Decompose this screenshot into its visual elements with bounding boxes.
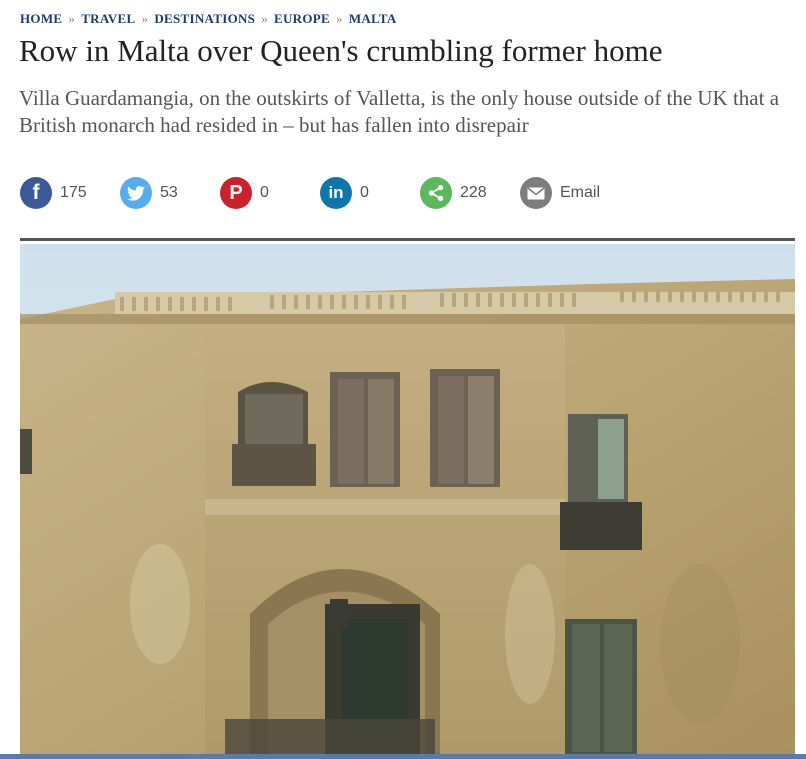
pinterest-share-count: 0 <box>260 184 269 201</box>
linkedin-icon: in <box>320 177 352 209</box>
breadcrumb-separator: » <box>141 11 149 26</box>
generic-share-count: 228 <box>460 184 487 201</box>
twitter-share-button[interactable]: 53 <box>120 176 178 210</box>
envelope-icon <box>520 177 552 209</box>
article-headline: Row in Malta over Queen's crumbling form… <box>19 33 663 68</box>
breadcrumb-separator: » <box>261 11 269 26</box>
bottom-edge-strip <box>0 754 806 759</box>
section-divider <box>20 238 795 241</box>
linkedin-share-button[interactable]: in 0 <box>320 176 369 210</box>
twitter-icon <box>120 177 152 209</box>
facebook-share-count: 175 <box>60 184 87 201</box>
villa-guardamangia-image <box>20 244 795 754</box>
pinterest-icon: P <box>220 177 252 209</box>
share-icon <box>420 177 452 209</box>
generic-share-button[interactable]: 228 <box>420 176 487 210</box>
share-bar: f 175 53 P 0 in 0 228 Email <box>20 176 795 210</box>
pinterest-share-button[interactable]: P 0 <box>220 176 269 210</box>
breadcrumb-separator: » <box>68 11 76 26</box>
article-standfirst: Villa Guardamangia, on the outskirts of … <box>19 86 780 137</box>
breadcrumb-travel[interactable]: TRAVEL <box>81 11 135 26</box>
twitter-share-count: 53 <box>160 184 178 201</box>
facebook-share-button[interactable]: f 175 <box>20 176 87 210</box>
facebook-icon: f <box>20 177 52 209</box>
email-share-button[interactable]: Email <box>520 176 600 210</box>
article-lead-photo <box>20 244 795 754</box>
breadcrumb-separator: » <box>336 11 343 26</box>
breadcrumb-home[interactable]: HOME <box>20 11 62 26</box>
linkedin-share-count: 0 <box>360 184 369 201</box>
breadcrumb-malta[interactable]: MALTA <box>349 11 397 26</box>
breadcrumb-europe[interactable]: EUROPE <box>274 11 330 26</box>
breadcrumb: HOME » TRAVEL » DESTINATIONS » EUROPE » MALTA <box>20 11 397 27</box>
breadcrumb-destinations[interactable]: DESTINATIONS <box>154 11 255 26</box>
email-share-label: Email <box>560 184 601 201</box>
